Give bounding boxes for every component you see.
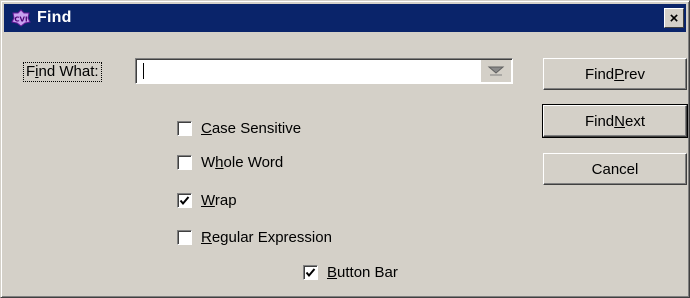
cancel-button[interactable]: Cancel: [543, 153, 687, 185]
checkbox-regular-expression[interactable]: [177, 229, 192, 245]
find-what-label: Find What:: [23, 62, 102, 82]
option-whole-word[interactable]: Whole Word: [177, 152, 283, 172]
find-next-button[interactable]: Find Next: [542, 104, 688, 138]
checkbox-button-bar[interactable]: [303, 264, 318, 280]
close-icon: ×: [669, 9, 679, 27]
button-bar-label: Button Bar: [327, 263, 398, 281]
whole-word-label: Whole Word: [201, 153, 284, 171]
dropdown-button[interactable]: [481, 60, 511, 82]
svg-text:CVI: CVI: [14, 16, 27, 24]
wrap-label: Wrap: [201, 191, 237, 209]
case-sensitive-label: Case Sensitive: [201, 119, 302, 137]
regular-expression-label: Regular Expression: [201, 228, 332, 246]
window-title: Find: [37, 9, 72, 26]
chevron-down-icon: [487, 66, 505, 76]
option-wrap[interactable]: Wrap: [177, 190, 237, 210]
title-bar[interactable]: CVI Find ×: [4, 4, 686, 32]
cvi-app-icon: CVI: [10, 8, 32, 28]
find-prev-button[interactable]: Find Prev: [543, 58, 687, 90]
checkmark-icon: [305, 267, 316, 277]
find-dialog: CVI Find × Find What: Find Prev Find Nex…: [0, 0, 690, 298]
checkbox-case-sensitive[interactable]: [177, 120, 192, 136]
checkmark-icon: [179, 195, 190, 205]
text-caret: [143, 63, 144, 79]
option-regular-expression[interactable]: Regular Expression: [177, 227, 332, 247]
checkbox-whole-word[interactable]: [177, 154, 192, 170]
find-what-combobox[interactable]: [135, 58, 513, 84]
find-what-input[interactable]: [139, 61, 473, 81]
checkbox-wrap[interactable]: [177, 192, 192, 208]
option-button-bar[interactable]: Button Bar: [303, 262, 398, 282]
option-case-sensitive[interactable]: Case Sensitive: [177, 118, 301, 138]
close-button[interactable]: ×: [664, 8, 684, 28]
